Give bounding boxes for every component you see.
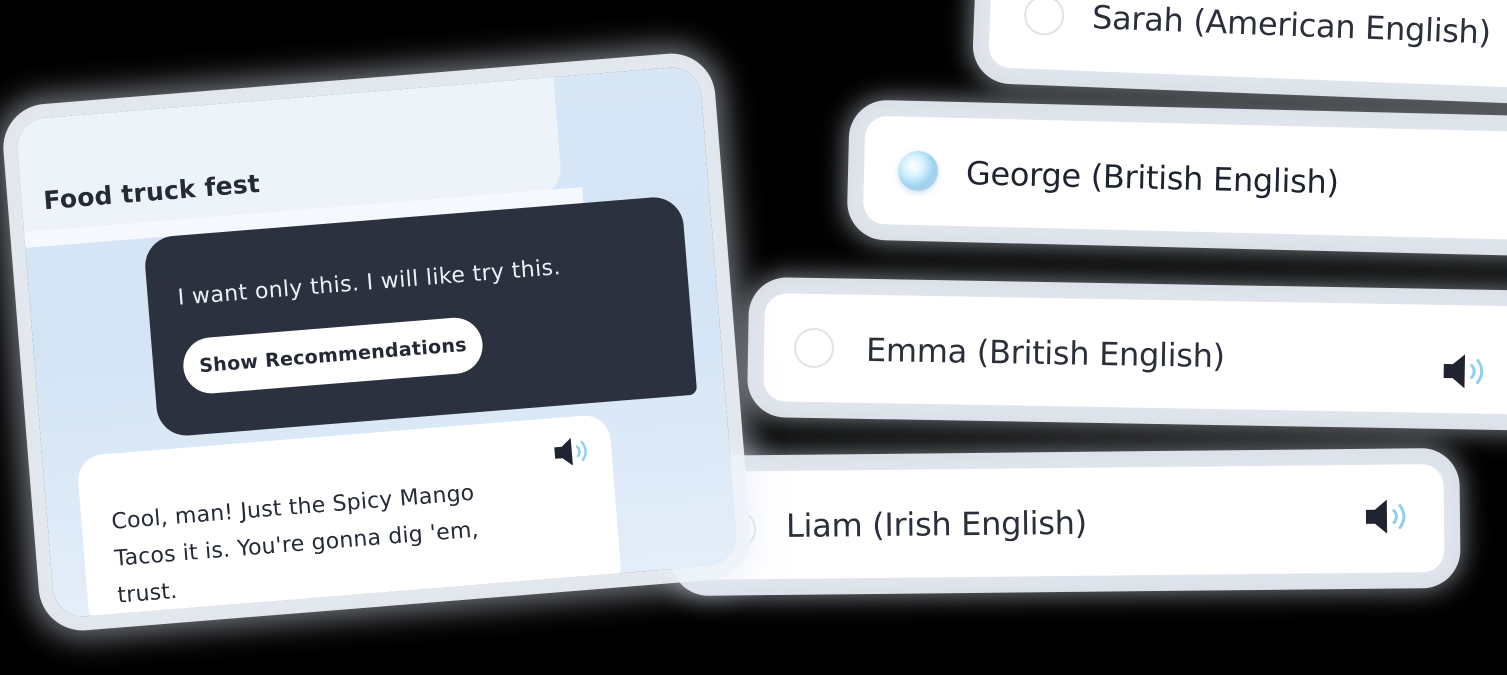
voice-option-label: Liam (Irish English)	[785, 503, 1088, 545]
show-recommendations-button[interactable]: Show Recommendations	[181, 315, 485, 396]
voice-option-label: Emma (British English)	[865, 330, 1226, 376]
chat-panel: Food truck fest I want only this. I will…	[15, 65, 739, 619]
voice-option-label: George (British English)	[965, 154, 1340, 202]
bot-message-bubble: Cool, man! Just the Spicy Mango Tacos it…	[76, 413, 623, 619]
voice-option-emma[interactable]: Emma (British English)	[763, 293, 1507, 415]
radio-button[interactable]	[793, 327, 835, 369]
speaker-icon[interactable]	[550, 433, 597, 470]
voice-option-label: Sarah (American English)	[1091, 0, 1492, 52]
voice-option-liam[interactable]: Liam (Irish English)	[685, 464, 1445, 580]
user-message-bubble: I want only this. I will like try this. …	[142, 195, 698, 438]
bot-message-text: Cool, man! Just the Spicy Mango Tacos it…	[110, 480, 480, 609]
stage: Sarah (American English) George (British…	[0, 0, 1507, 675]
speaker-icon[interactable]	[1362, 496, 1416, 537]
voice-option-george[interactable]: George (British English)	[862, 115, 1507, 241]
chat-title: Food truck fest	[42, 168, 261, 216]
user-message-text: I want only this. I will like try this.	[176, 255, 562, 311]
radio-button[interactable]	[1023, 0, 1065, 37]
radio-button-selected[interactable]	[897, 150, 939, 192]
speaker-icon[interactable]	[1439, 351, 1494, 392]
voice-option-sarah[interactable]: Sarah (American English)	[988, 0, 1507, 89]
